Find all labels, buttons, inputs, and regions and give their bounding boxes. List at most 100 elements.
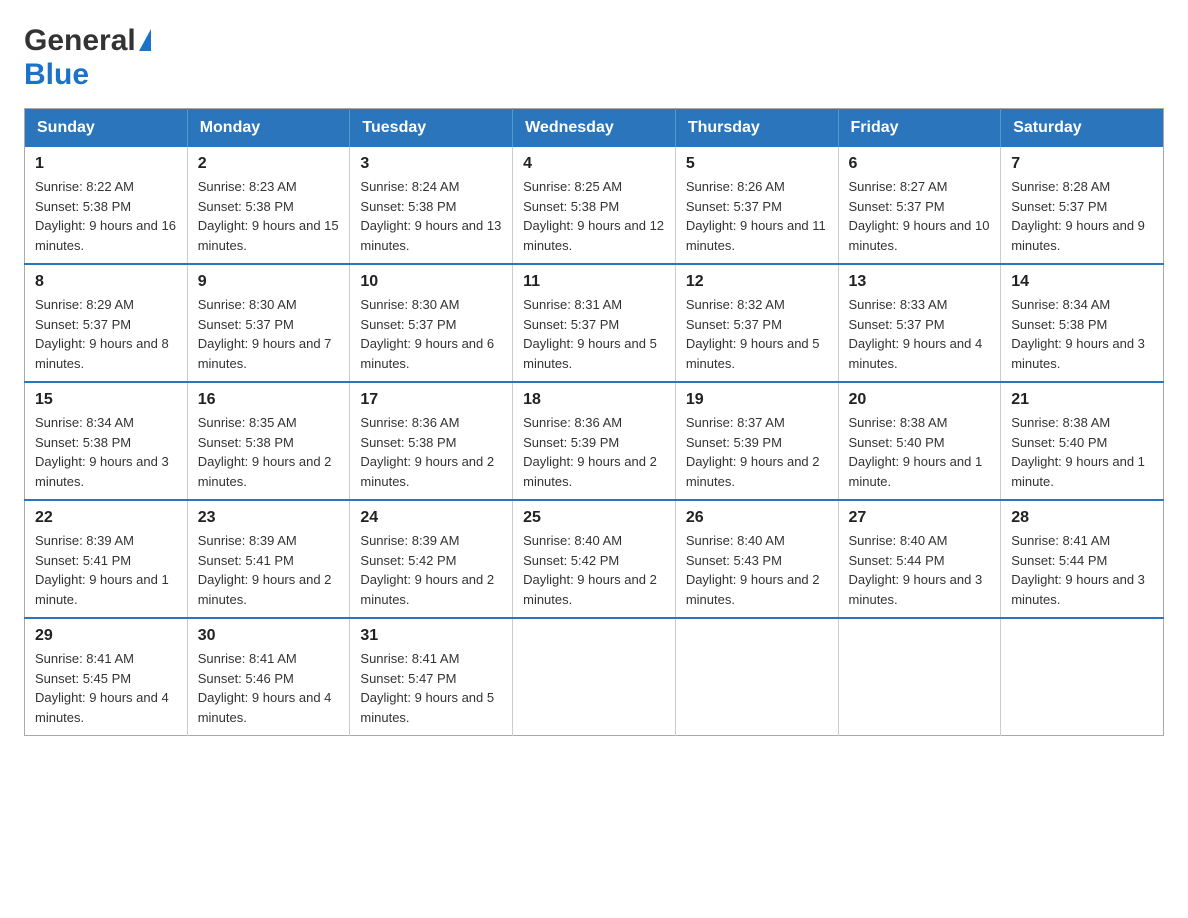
- day-number: 15: [35, 391, 177, 409]
- day-info: Sunrise: 8:36 AMSunset: 5:39 PMDaylight:…: [523, 413, 665, 491]
- day-info: Sunrise: 8:37 AMSunset: 5:39 PMDaylight:…: [686, 413, 828, 491]
- day-info: Sunrise: 8:41 AMSunset: 5:46 PMDaylight:…: [198, 649, 340, 727]
- table-row: 16 Sunrise: 8:35 AMSunset: 5:38 PMDayligh…: [187, 382, 350, 500]
- table-row: [513, 618, 676, 736]
- table-row: 29 Sunrise: 8:41 AMSunset: 5:45 PMDayligh…: [25, 618, 188, 736]
- day-number: 23: [198, 509, 340, 527]
- day-number: 17: [360, 391, 502, 409]
- day-number: 10: [360, 273, 502, 291]
- day-info: Sunrise: 8:41 AMSunset: 5:47 PMDaylight:…: [360, 649, 502, 727]
- table-row: 26 Sunrise: 8:40 AMSunset: 5:43 PMDayligh…: [675, 500, 838, 618]
- day-info: Sunrise: 8:32 AMSunset: 5:37 PMDaylight:…: [686, 295, 828, 373]
- table-row: 11 Sunrise: 8:31 AMSunset: 5:37 PMDayligh…: [513, 264, 676, 382]
- day-number: 19: [686, 391, 828, 409]
- table-row: [1001, 618, 1164, 736]
- day-info: Sunrise: 8:38 AMSunset: 5:40 PMDaylight:…: [1011, 413, 1153, 491]
- day-number: 16: [198, 391, 340, 409]
- day-info: Sunrise: 8:41 AMSunset: 5:44 PMDaylight:…: [1011, 531, 1153, 609]
- day-info: Sunrise: 8:23 AMSunset: 5:38 PMDaylight:…: [198, 177, 340, 255]
- day-info: Sunrise: 8:36 AMSunset: 5:38 PMDaylight:…: [360, 413, 502, 491]
- day-info: Sunrise: 8:39 AMSunset: 5:41 PMDaylight:…: [35, 531, 177, 609]
- day-number: 8: [35, 273, 177, 291]
- day-number: 29: [35, 627, 177, 645]
- day-info: Sunrise: 8:25 AMSunset: 5:38 PMDaylight:…: [523, 177, 665, 255]
- table-row: 6Sunrise: 8:27 AMSunset: 5:37 PMDaylight…: [838, 147, 1001, 264]
- header-thursday: Thursday: [675, 109, 838, 148]
- header-tuesday: Tuesday: [350, 109, 513, 148]
- day-number: 11: [523, 273, 665, 291]
- header-friday: Friday: [838, 109, 1001, 148]
- calendar-week-row: 1 Sunrise: 8:22 AMSunset: 5:38 PMDaylight…: [25, 147, 1164, 264]
- table-row: 8 Sunrise: 8:29 AMSunset: 5:37 PMDaylight…: [25, 264, 188, 382]
- day-number: 2: [198, 155, 340, 173]
- day-info: Sunrise: 8:41 AMSunset: 5:45 PMDaylight:…: [35, 649, 177, 727]
- day-info: Sunrise: 8:40 AMSunset: 5:44 PMDaylight:…: [849, 531, 991, 609]
- table-row: 15 Sunrise: 8:34 AMSunset: 5:38 PMDayligh…: [25, 382, 188, 500]
- day-info: Sunrise: 8:31 AMSunset: 5:37 PMDaylight:…: [523, 295, 665, 373]
- table-row: 24 Sunrise: 8:39 AMSunset: 5:42 PMDayligh…: [350, 500, 513, 618]
- logo: General Blue: [24, 24, 151, 92]
- day-number: 7: [1011, 155, 1153, 173]
- day-number: 5: [686, 155, 828, 173]
- table-row: 25Sunrise: 8:40 AMSunset: 5:42 PMDayligh…: [513, 500, 676, 618]
- day-number: 30: [198, 627, 340, 645]
- header-sunday: Sunday: [25, 109, 188, 148]
- table-row: 17 Sunrise: 8:36 AMSunset: 5:38 PMDayligh…: [350, 382, 513, 500]
- day-info: Sunrise: 8:33 AMSunset: 5:37 PMDaylight:…: [849, 295, 991, 373]
- table-row: 31Sunrise: 8:41 AMSunset: 5:47 PMDayligh…: [350, 618, 513, 736]
- day-number: 22: [35, 509, 177, 527]
- day-number: 3: [360, 155, 502, 173]
- page-header: General Blue: [24, 24, 1164, 92]
- logo-general-text: General: [24, 24, 136, 58]
- day-info: Sunrise: 8:34 AMSunset: 5:38 PMDaylight:…: [1011, 295, 1153, 373]
- table-row: 9 Sunrise: 8:30 AMSunset: 5:37 PMDaylight…: [187, 264, 350, 382]
- day-number: 26: [686, 509, 828, 527]
- table-row: 27 Sunrise: 8:40 AMSunset: 5:44 PMDayligh…: [838, 500, 1001, 618]
- table-row: 2 Sunrise: 8:23 AMSunset: 5:38 PMDaylight…: [187, 147, 350, 264]
- day-info: Sunrise: 8:40 AMSunset: 5:43 PMDaylight:…: [686, 531, 828, 609]
- calendar-header-row: Sunday Monday Tuesday Wednesday Thursday…: [25, 109, 1164, 148]
- day-info: Sunrise: 8:35 AMSunset: 5:38 PMDaylight:…: [198, 413, 340, 491]
- table-row: 22 Sunrise: 8:39 AMSunset: 5:41 PMDayligh…: [25, 500, 188, 618]
- day-info: Sunrise: 8:24 AMSunset: 5:38 PMDaylight:…: [360, 177, 502, 255]
- table-row: 4 Sunrise: 8:25 AMSunset: 5:38 PMDaylight…: [513, 147, 676, 264]
- day-number: 27: [849, 509, 991, 527]
- table-row: 18Sunrise: 8:36 AMSunset: 5:39 PMDayligh…: [513, 382, 676, 500]
- table-row: 30 Sunrise: 8:41 AMSunset: 5:46 PMDayligh…: [187, 618, 350, 736]
- day-info: Sunrise: 8:39 AMSunset: 5:41 PMDaylight:…: [198, 531, 340, 609]
- table-row: 3 Sunrise: 8:24 AMSunset: 5:38 PMDaylight…: [350, 147, 513, 264]
- day-info: Sunrise: 8:34 AMSunset: 5:38 PMDaylight:…: [35, 413, 177, 491]
- table-row: 14 Sunrise: 8:34 AMSunset: 5:38 PMDayligh…: [1001, 264, 1164, 382]
- calendar-week-row: 15 Sunrise: 8:34 AMSunset: 5:38 PMDayligh…: [25, 382, 1164, 500]
- table-row: 13 Sunrise: 8:33 AMSunset: 5:37 PMDayligh…: [838, 264, 1001, 382]
- day-number: 14: [1011, 273, 1153, 291]
- calendar-week-row: 8 Sunrise: 8:29 AMSunset: 5:37 PMDaylight…: [25, 264, 1164, 382]
- day-number: 1: [35, 155, 177, 173]
- calendar-week-row: 29 Sunrise: 8:41 AMSunset: 5:45 PMDayligh…: [25, 618, 1164, 736]
- day-number: 9: [198, 273, 340, 291]
- day-number: 4: [523, 155, 665, 173]
- header-monday: Monday: [187, 109, 350, 148]
- table-row: 1 Sunrise: 8:22 AMSunset: 5:38 PMDaylight…: [25, 147, 188, 264]
- day-info: Sunrise: 8:30 AMSunset: 5:37 PMDaylight:…: [360, 295, 502, 373]
- day-number: 12: [686, 273, 828, 291]
- day-info: Sunrise: 8:39 AMSunset: 5:42 PMDaylight:…: [360, 531, 502, 609]
- logo-blue-text: Blue: [24, 58, 89, 91]
- day-info: Sunrise: 8:38 AMSunset: 5:40 PMDaylight:…: [849, 413, 991, 491]
- calendar-body: 1 Sunrise: 8:22 AMSunset: 5:38 PMDaylight…: [25, 147, 1164, 736]
- day-info: Sunrise: 8:22 AMSunset: 5:38 PMDaylight:…: [35, 177, 177, 255]
- table-row: 21Sunrise: 8:38 AMSunset: 5:40 PMDayligh…: [1001, 382, 1164, 500]
- day-number: 25: [523, 509, 665, 527]
- day-number: 24: [360, 509, 502, 527]
- day-number: 13: [849, 273, 991, 291]
- header-wednesday: Wednesday: [513, 109, 676, 148]
- header-saturday: Saturday: [1001, 109, 1164, 148]
- day-info: Sunrise: 8:29 AMSunset: 5:37 PMDaylight:…: [35, 295, 177, 373]
- day-info: Sunrise: 8:27 AMSunset: 5:37 PMDaylight:…: [849, 177, 991, 255]
- day-info: Sunrise: 8:26 AMSunset: 5:37 PMDaylight:…: [686, 177, 828, 255]
- day-info: Sunrise: 8:30 AMSunset: 5:37 PMDaylight:…: [198, 295, 340, 373]
- day-number: 28: [1011, 509, 1153, 527]
- day-number: 20: [849, 391, 991, 409]
- calendar-table: Sunday Monday Tuesday Wednesday Thursday…: [24, 108, 1164, 736]
- table-row: 20 Sunrise: 8:38 AMSunset: 5:40 PMDayligh…: [838, 382, 1001, 500]
